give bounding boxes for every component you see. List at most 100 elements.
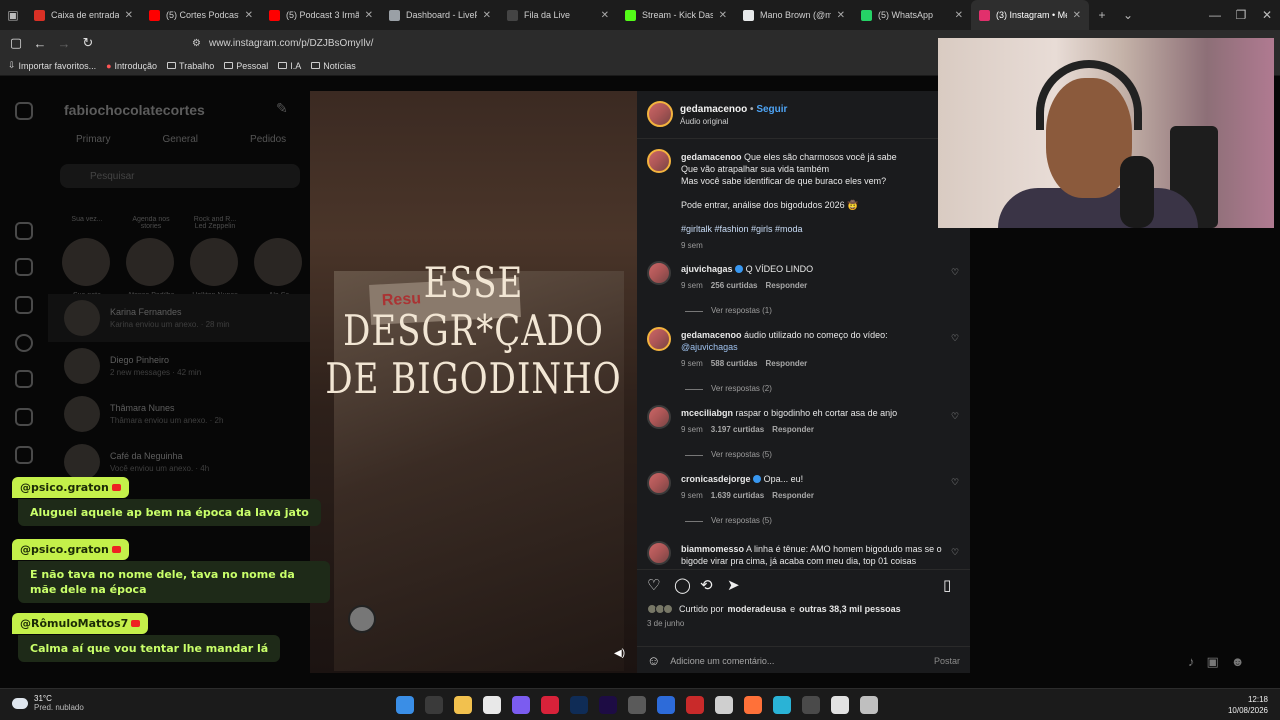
settings-icon[interactable] xyxy=(860,696,878,714)
reload-button[interactable]: ↻ xyxy=(76,35,100,51)
comment-bubble-icon[interactable]: ◯ xyxy=(674,576,691,594)
browser-tab[interactable]: (5) Cortes Podcast 3 Irm✕ xyxy=(141,0,261,30)
comment-like-heart-icon[interactable]: ♡ xyxy=(951,477,959,488)
url-field[interactable]: ⚙ www.instagram.com/p/DZJBsOmyIlv/ xyxy=(192,38,373,49)
browser-tab[interactable]: (5) Podcast 3 Irmãos La✕ xyxy=(261,0,381,30)
premiere-icon[interactable] xyxy=(599,696,617,714)
view-replies-button[interactable]: Ver respostas (5) xyxy=(681,515,946,527)
tab-close-icon[interactable]: ✕ xyxy=(365,10,373,21)
messages-icon[interactable] xyxy=(15,296,33,314)
tab-close-icon[interactable]: ✕ xyxy=(125,10,133,21)
comment-avatar[interactable] xyxy=(647,327,671,351)
search-icon[interactable] xyxy=(15,334,33,352)
photoshop-icon[interactable] xyxy=(570,696,588,714)
view-replies-button[interactable]: Ver respostas (1) xyxy=(681,305,946,317)
liked-by-user[interactable]: moderadeusa xyxy=(728,604,787,614)
browser-tab[interactable]: Mano Brown (@manob✕ xyxy=(735,0,853,30)
bookmark-import[interactable]: ⇩ Importar favoritos... xyxy=(8,60,96,71)
search-icon[interactable] xyxy=(425,696,443,714)
comment-like-heart-icon[interactable]: ♡ xyxy=(951,267,959,278)
bookmark-noticias[interactable]: Notícias xyxy=(311,61,356,71)
comment-like-heart-icon[interactable]: ♡ xyxy=(951,411,959,422)
view-replies-button[interactable]: Ver respostas (5) xyxy=(681,449,946,461)
windows-start-icon[interactable] xyxy=(396,696,414,714)
dm-username[interactable]: fabiochocolatecortes xyxy=(64,102,205,118)
comment-avatar[interactable] xyxy=(647,471,671,495)
comment-username[interactable]: ajuvichagas xyxy=(681,264,733,274)
reply-button[interactable]: Responder xyxy=(772,424,814,436)
dashboard-icon[interactable] xyxy=(15,446,33,464)
caption-username[interactable]: gedamacenoo xyxy=(681,152,742,162)
restore-icon[interactable]: ❐ xyxy=(1228,8,1254,22)
tab-close-icon[interactable]: ✕ xyxy=(483,10,491,21)
tab-close-icon[interactable]: ✕ xyxy=(245,10,253,21)
comment-avatar[interactable] xyxy=(647,541,671,565)
comment-like-heart-icon[interactable]: ♡ xyxy=(951,333,959,344)
comment-likes[interactable]: 256 curtidas xyxy=(711,280,758,292)
repost-icon[interactable]: ⟲ xyxy=(700,576,713,594)
image-icon[interactable]: ▣ xyxy=(1207,654,1219,670)
create-plus-icon[interactable] xyxy=(15,408,33,426)
collab-avatar[interactable] xyxy=(348,605,376,633)
caption-hashtags[interactable]: #girltalk #fashion #girls #moda xyxy=(681,223,946,235)
bookmark-introducao[interactable]: ● Introdução xyxy=(106,61,157,71)
browser-tab[interactable]: Stream - Kick Dashboa✕ xyxy=(617,0,735,30)
reels-icon[interactable] xyxy=(15,258,33,276)
new-message-icon[interactable]: ✎ xyxy=(276,100,288,117)
system-clock[interactable]: 12:18 10/08/2026 xyxy=(1228,694,1268,716)
note-item[interactable]: Agenda nos storiesAfonso Padilha xyxy=(126,216,176,299)
apps-grid-icon[interactable] xyxy=(512,696,530,714)
notion-icon[interactable] xyxy=(483,696,501,714)
post-media[interactable]: Resu ESSE DESGR*ÇADO DE BIGODINHO ◀) xyxy=(310,91,637,673)
tab-close-icon[interactable]: ✕ xyxy=(955,10,963,21)
red-app-icon[interactable] xyxy=(686,696,704,714)
comment-avatar[interactable] xyxy=(647,261,671,285)
reply-button[interactable]: Responder xyxy=(766,358,808,370)
post-comment-button[interactable]: Postar xyxy=(934,656,960,666)
tab-list-chevron-icon[interactable]: ⌄ xyxy=(1115,8,1141,22)
window-close-icon[interactable]: ✕ xyxy=(1254,8,1280,22)
note-item[interactable]: Rock and R... Led ZeppelinHelliton Nunes xyxy=(190,216,240,299)
sidebar-toggle-icon[interactable]: ▢ xyxy=(4,35,28,51)
share-send-icon[interactable]: ➤ xyxy=(727,576,740,594)
note-item[interactable]: Ale Sa xyxy=(254,216,304,299)
caption-avatar[interactable] xyxy=(647,149,671,173)
browser-tab[interactable]: (5) WhatsApp ✕ xyxy=(853,0,971,30)
dm-thread[interactable]: Karina Fernandes Karina enviou um anexo. … xyxy=(48,294,310,342)
tab-close-icon[interactable]: ✕ xyxy=(837,10,845,21)
capture-icon[interactable] xyxy=(715,696,733,714)
instagram-logo-icon[interactable] xyxy=(15,102,33,120)
comment-mention[interactable]: @ajuvichagas xyxy=(681,341,946,353)
bookmark-pessoal[interactable]: Pessoal xyxy=(224,61,268,71)
tab-primary[interactable]: Primary xyxy=(76,134,110,145)
tab-general[interactable]: General xyxy=(162,134,198,145)
comment-username[interactable]: cronicasdejorge xyxy=(681,474,751,484)
view-replies-button[interactable]: Ver respostas (2) xyxy=(681,383,946,395)
browser-tab[interactable]: (3) Instagram • Me ✕ xyxy=(971,0,1089,30)
comment-username[interactable]: gedamacenoo xyxy=(681,330,742,340)
reply-button[interactable]: Responder xyxy=(772,490,814,502)
dm-thread[interactable]: Diego Pinheiro 2 new messages · 42 min xyxy=(48,342,310,390)
forward-button[interactable]: → xyxy=(52,36,76,51)
browser-tab[interactable]: Caixa de entrada - hud✕ xyxy=(26,0,141,30)
author-username[interactable]: gedamacenoo xyxy=(680,104,747,115)
emoji-icon[interactable]: ☺ xyxy=(647,653,660,668)
author-avatar[interactable] xyxy=(647,101,673,127)
liked-others[interactable]: outras 38,3 mil pessoas xyxy=(799,604,901,614)
reply-button[interactable]: Responder xyxy=(766,280,808,292)
minimize-icon[interactable]: — xyxy=(1202,8,1228,22)
tab-actions-icon[interactable]: ▣ xyxy=(0,8,26,22)
tab-pedidos[interactable]: Pedidos xyxy=(250,134,286,145)
bookmark-ia[interactable]: I.A xyxy=(278,61,301,71)
likes-summary[interactable]: Curtido por moderadeusa e outras 38,3 mi… xyxy=(647,604,901,614)
mic-icon[interactable]: ♪ xyxy=(1188,654,1195,670)
file-explorer-icon[interactable] xyxy=(454,696,472,714)
follow-button[interactable]: Seguir xyxy=(756,104,787,115)
save-bookmark-icon[interactable]: ▯ xyxy=(943,576,951,594)
comment-like-heart-icon[interactable]: ♡ xyxy=(951,547,959,558)
like-heart-icon[interactable]: ♡ xyxy=(647,576,660,594)
home-icon[interactable] xyxy=(15,222,33,240)
comment-likes[interactable]: 588 curtidas xyxy=(711,358,758,370)
dm-thread[interactable]: Thâmara Nunes Thâmara enviou um anexo. · … xyxy=(48,390,310,438)
audio-toggle-icon[interactable]: ◀) xyxy=(614,648,625,659)
